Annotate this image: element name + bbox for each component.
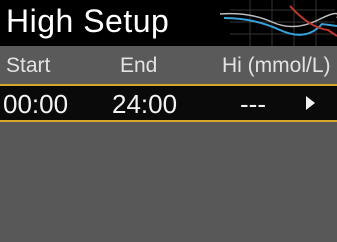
chevron-right-icon[interactable]: [306, 96, 315, 110]
column-hi-label: Hi (mmol/L): [222, 54, 331, 77]
empty-list-area: [0, 122, 337, 242]
segment-end-time: 24:00: [112, 89, 178, 119]
time-segment-row[interactable]: 00:00 24:00 ---: [0, 84, 337, 122]
segment-hi-value: ---: [240, 89, 266, 119]
segment-start-time: 00:00: [3, 89, 69, 119]
column-header: Start End Hi (mmol/L): [0, 46, 337, 87]
graph-icon: [219, 0, 337, 46]
column-end-label: End: [120, 54, 158, 77]
column-start-label: Start: [6, 54, 51, 77]
page-title: High Setup: [6, 3, 170, 39]
title-bar: High Setup: [0, 0, 337, 46]
device-screen: High Setup Start End Hi (mmol/L) 00:00 2…: [0, 0, 337, 242]
